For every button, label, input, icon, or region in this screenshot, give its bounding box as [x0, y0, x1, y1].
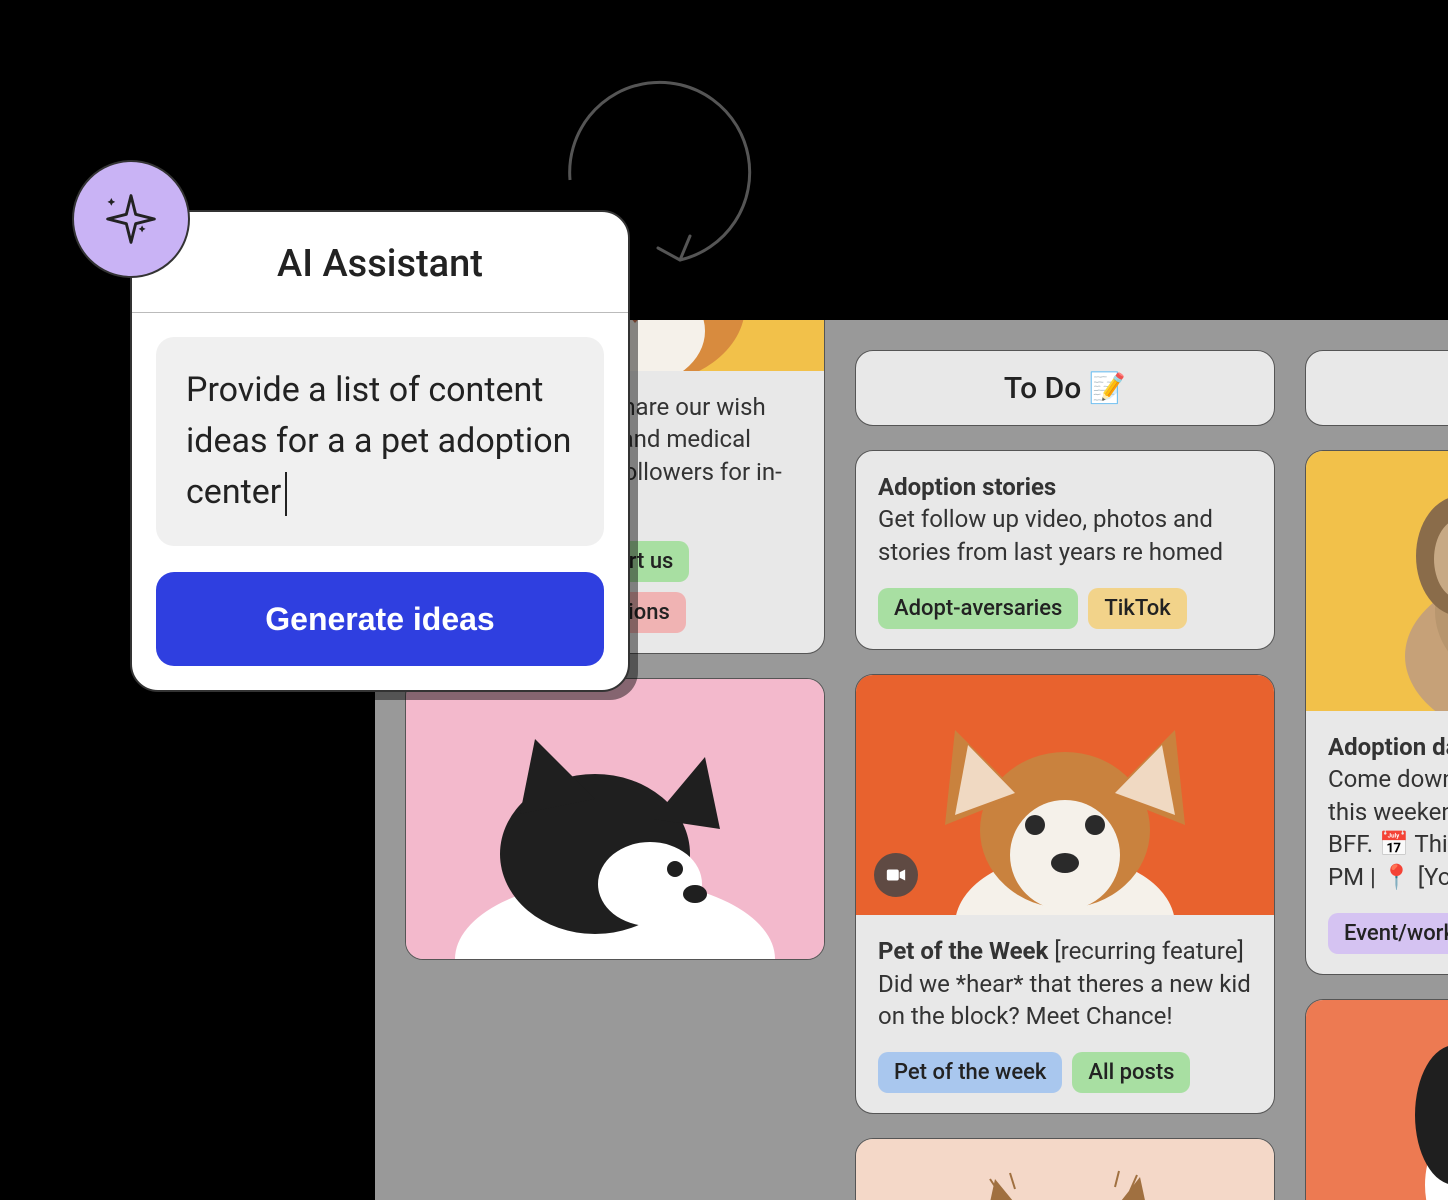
card[interactable]: Pet of the Week [recurring feature] Did …	[855, 674, 1275, 1114]
card-body: Pet of the Week [recurring feature] Did …	[878, 935, 1252, 1032]
card-image	[406, 679, 824, 959]
column-header[interactable]: To Do 📝	[855, 350, 1275, 426]
card[interactable]	[855, 1138, 1275, 1200]
card-image	[856, 675, 1274, 915]
chip[interactable]: TikTok	[1088, 588, 1186, 629]
card[interactable]	[405, 678, 825, 960]
card-text: Get follow up video, photos and stories …	[878, 505, 1223, 565]
card-text: Come down to our Adoption Day this weeke…	[1328, 765, 1448, 890]
chip-row: Pet of the week All posts	[878, 1052, 1252, 1093]
card-body: Adoption stories Get follow up video, ph…	[878, 471, 1252, 568]
card[interactable]	[1305, 999, 1448, 1200]
ai-assistant-popover: AI Assistant Provide a list of content i…	[130, 210, 630, 692]
card-title-suffix: [recurring feature]	[1048, 937, 1243, 965]
chip-row: Event/workshops All posts	[1328, 913, 1448, 954]
prompt-input[interactable]: Provide a list of content ideas for a a …	[156, 337, 604, 546]
card-image	[1306, 1000, 1448, 1200]
video-icon	[874, 853, 918, 897]
popover-title: AI Assistant	[132, 212, 628, 313]
card-text: Did we *hear* that theres a new kid on t…	[878, 970, 1251, 1030]
card-title: Adoption stories	[878, 473, 1056, 501]
chip-row: Adopt-aversaries TikTok	[878, 588, 1252, 629]
card-body: Adoption day! Come down to our Adoption …	[1328, 731, 1448, 893]
chip[interactable]: Pet of the week	[878, 1052, 1062, 1093]
chip[interactable]: All posts	[1072, 1052, 1190, 1093]
column-header[interactable]: Done ✅	[1305, 350, 1448, 426]
chip[interactable]: Event/workshops	[1328, 913, 1448, 954]
card[interactable]: Adoption day! Come down to our Adoption …	[1305, 450, 1448, 975]
column-todo: To Do 📝 Adoption stories Get follow up v…	[855, 350, 1275, 1200]
card-title: Adoption day!	[1328, 733, 1448, 761]
card-image	[856, 1139, 1274, 1200]
generate-button[interactable]: Generate ideas	[156, 572, 604, 666]
prompt-text: Provide a list of content ideas for a a …	[186, 370, 571, 512]
sparkle-icon	[72, 160, 190, 278]
column-header-label: To Do 📝	[1004, 371, 1126, 406]
chip[interactable]: Adopt-aversaries	[878, 588, 1078, 629]
text-caret	[285, 472, 287, 516]
card-title: Pet of the Week	[878, 937, 1048, 965]
card[interactable]: Adoption stories Get follow up video, ph…	[855, 450, 1275, 650]
card-image	[1306, 451, 1448, 711]
column-done: Done ✅	[1305, 350, 1448, 1200]
